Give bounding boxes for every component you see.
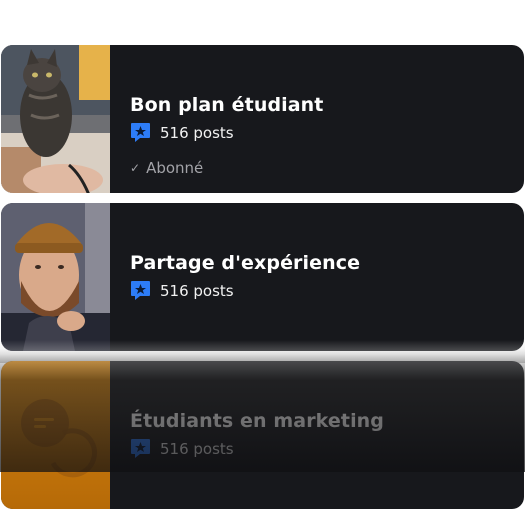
bearded-man-photo bbox=[1, 203, 110, 351]
chat-star-icon bbox=[131, 439, 150, 458]
community-image bbox=[1, 45, 110, 193]
community-card-etudiants-marketing[interactable]: Étudiants en marketing 516 posts bbox=[1, 361, 524, 509]
subscribed-status[interactable]: ✓ Abonné bbox=[130, 159, 203, 177]
community-card-bon-plan-etudiant[interactable]: Bon plan étudiant 516 posts ✓ Abonné bbox=[1, 45, 524, 193]
post-count-label: 516 posts bbox=[160, 281, 234, 300]
cat-photo bbox=[1, 45, 110, 193]
chat-bubble-placeholder bbox=[1, 361, 110, 509]
subscribed-label: Abonné bbox=[146, 159, 204, 177]
community-image bbox=[1, 203, 110, 351]
community-title[interactable]: Bon plan étudiant bbox=[130, 94, 324, 116]
check-icon: ✓ bbox=[130, 161, 141, 175]
post-count: 516 posts bbox=[130, 280, 234, 301]
post-count: 516 posts bbox=[130, 438, 234, 459]
chat-star-icon bbox=[131, 281, 150, 300]
post-count-label: 516 posts bbox=[160, 439, 234, 458]
community-card-partage-experience[interactable]: Partage d'expérience 516 posts bbox=[1, 203, 524, 351]
post-count-label: 516 posts bbox=[160, 123, 234, 142]
chat-star-icon bbox=[131, 123, 150, 142]
community-title[interactable]: Étudiants en marketing bbox=[130, 410, 384, 432]
post-count: 516 posts bbox=[130, 122, 234, 143]
community-image bbox=[1, 361, 110, 509]
community-title[interactable]: Partage d'expérience bbox=[130, 252, 360, 274]
